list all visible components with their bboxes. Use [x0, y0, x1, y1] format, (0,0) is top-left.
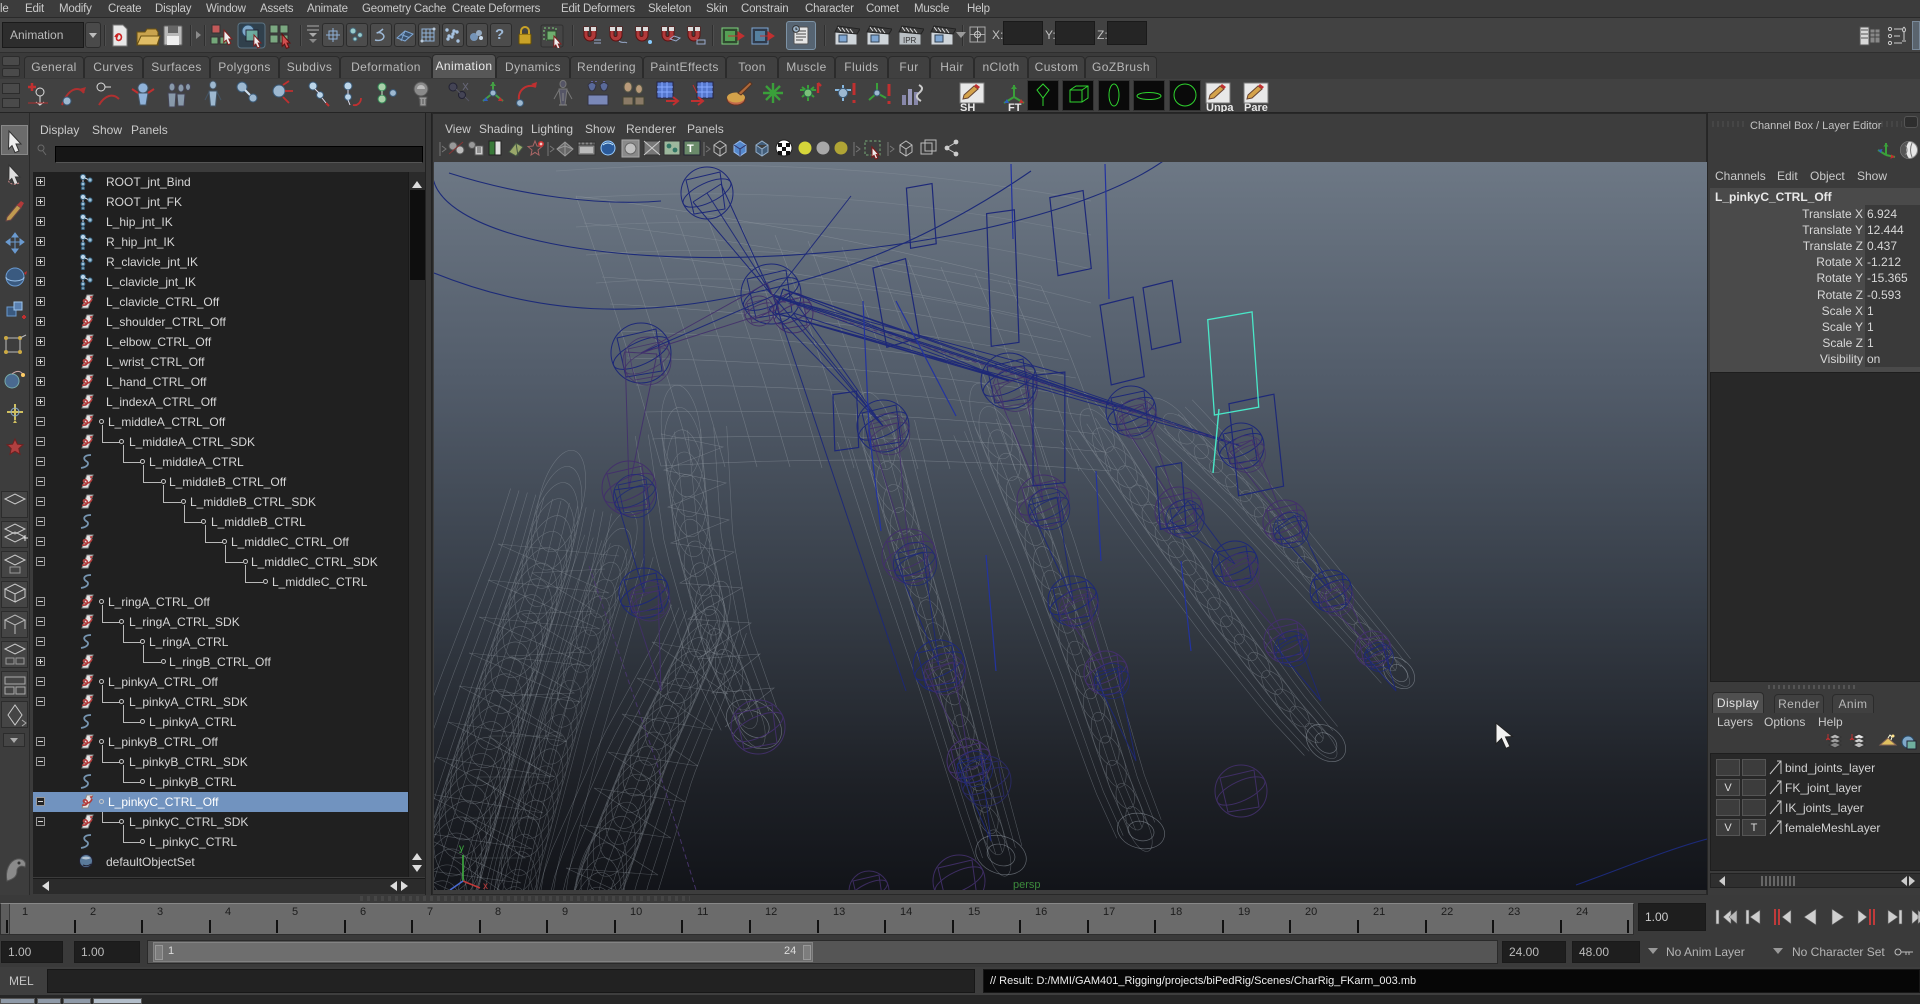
- svg-text:FT: FT: [1008, 102, 1022, 112]
- svg-text:T: T: [687, 143, 694, 155]
- svg-text:y: y: [459, 843, 464, 854]
- svg-text:Pare: Pare: [1244, 102, 1268, 112]
- svg-text:persp: persp: [1013, 879, 1041, 890]
- svg-text:SH: SH: [960, 102, 975, 112]
- svg-text:x: x: [483, 881, 488, 890]
- svg-text:IPR: IPR: [903, 36, 917, 45]
- svg-text:Unpa: Unpa: [1206, 102, 1234, 112]
